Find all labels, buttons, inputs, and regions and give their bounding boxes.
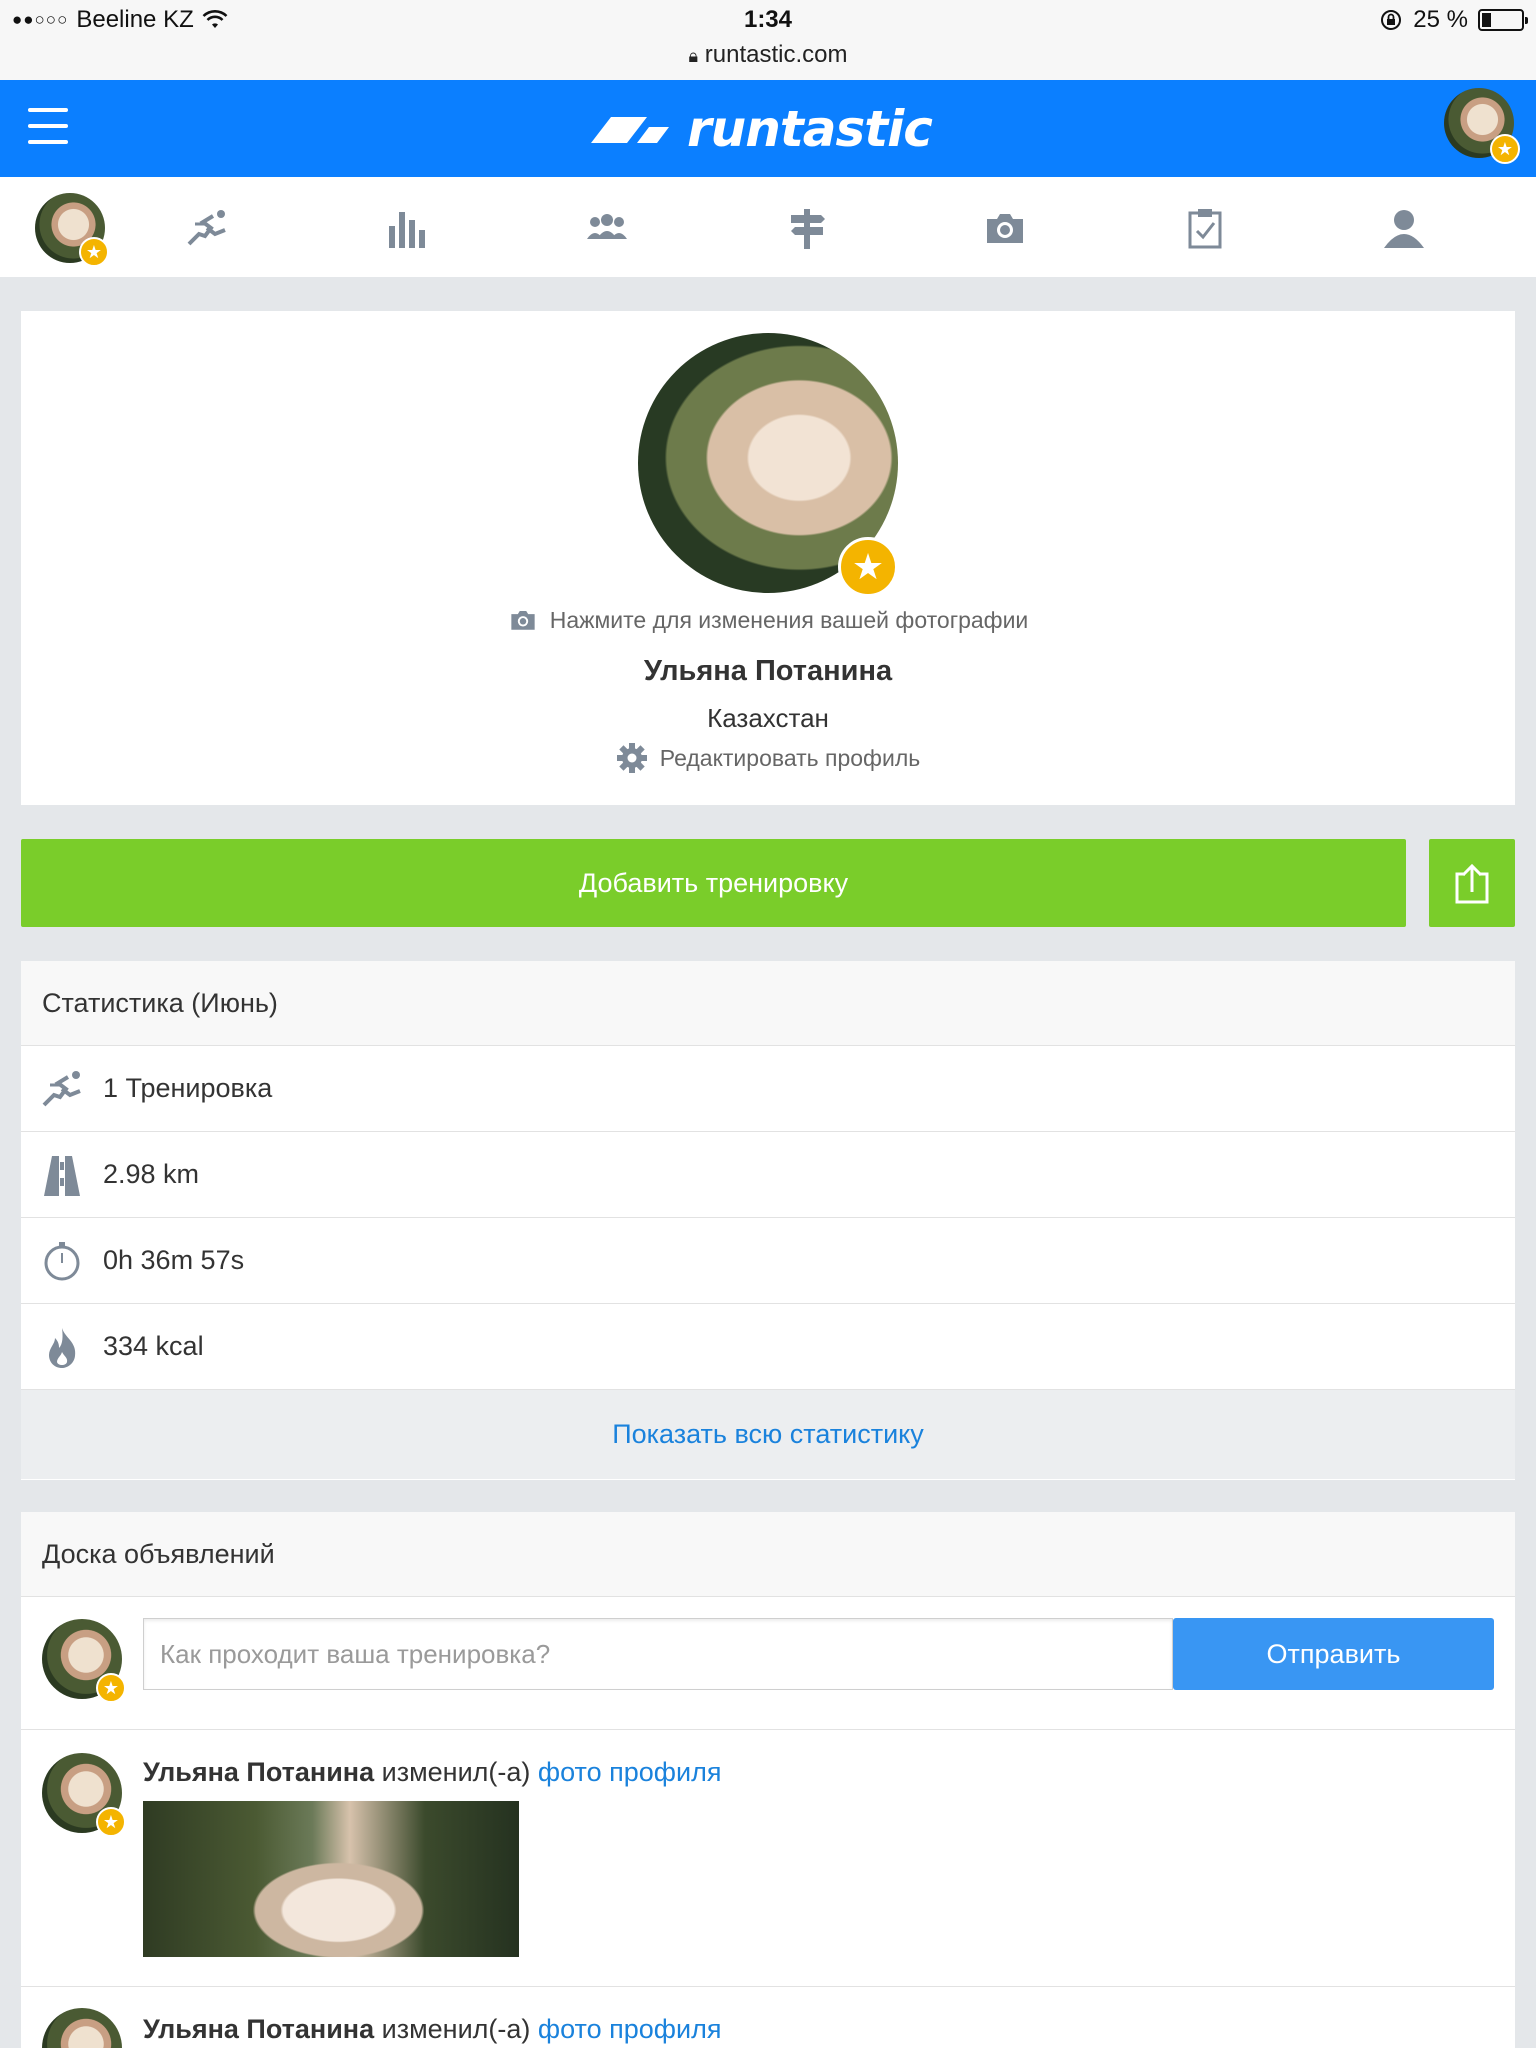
star-icon: ★ — [838, 537, 898, 597]
gear-icon — [616, 743, 647, 773]
camera-icon — [987, 214, 1023, 243]
feed-link[interactable]: фото профиля — [538, 2014, 722, 2044]
battery-percent: 25 % — [1413, 6, 1468, 33]
user-country: Казахстан — [707, 703, 829, 733]
stat-value: 1 Тренировка — [103, 1073, 273, 1103]
stat-value: 334 kcal — [103, 1331, 204, 1361]
bar-chart-icon — [389, 212, 425, 248]
tab-friends[interactable] — [584, 205, 630, 251]
checklist-icon — [1188, 209, 1222, 249]
clock: 1:34 — [743, 6, 793, 33]
flame-icon — [39, 1324, 85, 1370]
show-all-stats-link[interactable]: Показать всю статистику — [21, 1390, 1515, 1479]
composer-avatar: ★ — [42, 1619, 126, 1703]
edit-profile-link[interactable]: Редактировать профиль — [21, 742, 1515, 774]
feed-text: Ульяна Потанина изменил(-а) фото профиля — [143, 2014, 721, 2045]
stat-row-duration: 0h 36m 57s — [21, 1218, 1515, 1304]
feed-author[interactable]: Ульяна Потанина — [143, 1757, 374, 1787]
lock-icon: 🔒︎ — [688, 46, 699, 66]
runner-icon — [187, 210, 226, 246]
runtastic-logo[interactable]: runtastic — [585, 94, 933, 164]
status-right: 25 % — [1379, 6, 1528, 34]
person-icon — [1384, 210, 1424, 248]
battery-icon — [1478, 9, 1528, 31]
change-photo-label: Нажмите для изменения вашей фотографии — [549, 607, 1029, 633]
star-icon: ★ — [96, 1673, 126, 1703]
stat-row-workouts: 1 Тренировка — [21, 1046, 1515, 1132]
stat-row-calories: 334 kcal — [21, 1304, 1515, 1390]
profile-card: ★ Нажмите для изменения вашей фотографии… — [21, 311, 1515, 805]
send-button[interactable]: Отправить — [1173, 1618, 1494, 1690]
change-photo-link[interactable]: Нажмите для изменения вашей фотографии — [21, 607, 1515, 634]
logo-text: runtastic — [687, 100, 933, 158]
camera-icon — [511, 610, 535, 630]
feed-item: ★ Ульяна Потанина изменил(-а) фото профи… — [21, 1731, 1515, 1987]
tab-goals[interactable] — [1182, 205, 1228, 251]
runner-icon — [39, 1066, 85, 1112]
feed-link[interactable]: фото профиля — [538, 1757, 722, 1787]
statistics-title: Статистика (Июнь) — [21, 961, 1515, 1046]
tab-bar: ★ — [0, 177, 1536, 277]
feed-action: изменил(-а) — [374, 1757, 538, 1787]
signpost-icon — [791, 209, 825, 249]
star-icon: ★ — [96, 1807, 126, 1837]
runtastic-logo-mark — [591, 117, 669, 143]
post-input[interactable] — [143, 1618, 1173, 1690]
tab-statistics[interactable] — [384, 205, 430, 251]
status-bar: ●●○○○ Beeline KZ 1:34 🔒︎ runtastic.com 2… — [0, 0, 1536, 80]
tab-photos[interactable] — [982, 205, 1028, 251]
edit-profile-label: Редактировать профиль — [659, 745, 921, 771]
bulletin-board: Доска объявлений ★ Отправить ★ Ульяна По… — [21, 1512, 1515, 2048]
road-icon — [39, 1152, 85, 1198]
stat-value: 2.98 km — [103, 1159, 200, 1189]
url-text: runtastic.com — [704, 41, 848, 68]
address-bar[interactable]: 🔒︎ runtastic.com — [0, 41, 1536, 69]
feed-text: Ульяна Потанина изменил(-а) фото профиля — [143, 1757, 721, 1788]
tab-routes[interactable] — [784, 205, 830, 251]
header-avatar[interactable]: ★ — [1444, 88, 1520, 164]
statistics-card: Статистика (Июнь) 1 Тренировка 2.98 km 0… — [21, 961, 1515, 1480]
tab-avatar[interactable]: ★ — [35, 193, 109, 267]
star-icon: ★ — [1490, 134, 1520, 164]
feed-avatar[interactable] — [42, 2008, 122, 2048]
add-workout-button[interactable]: Добавить тренировку — [21, 839, 1406, 927]
star-icon: ★ — [79, 237, 109, 267]
group-icon — [587, 214, 627, 239]
stat-row-distance: 2.98 km — [21, 1132, 1515, 1218]
feed-action: изменил(-а) — [374, 2014, 538, 2044]
stopwatch-icon — [39, 1238, 85, 1284]
feed-item: Ульяна Потанина изменил(-а) фото профиля — [21, 1988, 1515, 2048]
app-header: runtastic ★ — [0, 80, 1536, 177]
profile-photo[interactable]: ★ — [638, 333, 898, 597]
share-button[interactable] — [1429, 839, 1515, 927]
tab-profile[interactable] — [1381, 205, 1427, 251]
user-name: Ульяна Потанина — [643, 655, 893, 687]
menu-icon[interactable] — [28, 108, 68, 144]
feed-avatar[interactable]: ★ — [42, 1753, 126, 1837]
share-icon — [1455, 863, 1489, 904]
orientation-lock-icon — [1381, 10, 1402, 30]
stat-value: 0h 36m 57s — [103, 1245, 245, 1275]
feed-author[interactable]: Ульяна Потанина — [143, 2014, 374, 2044]
tab-activity[interactable] — [184, 205, 230, 251]
board-title: Доска объявлений — [21, 1512, 1515, 1597]
feed-photo[interactable] — [143, 1801, 519, 1957]
